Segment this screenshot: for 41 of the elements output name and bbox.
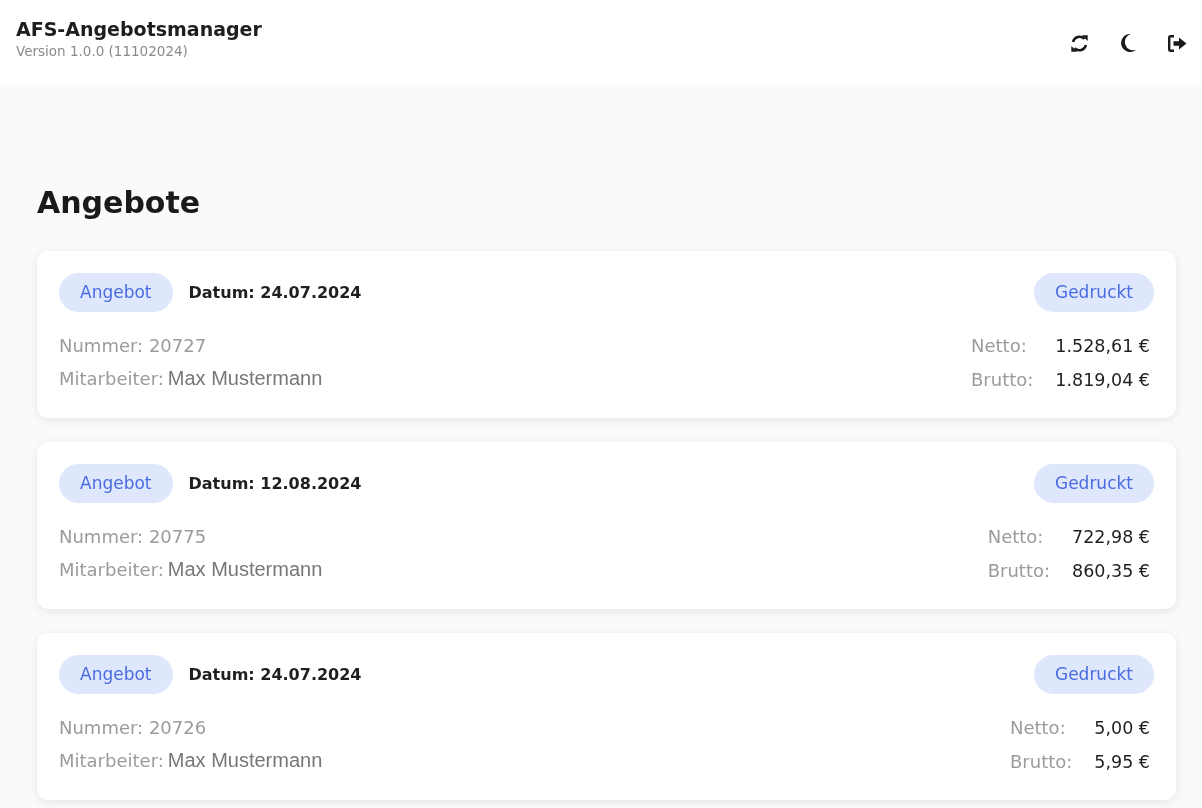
net-label: Netto: bbox=[1009, 716, 1067, 740]
employee-name: Max Mustermann bbox=[167, 557, 323, 582]
version-text: Version 1.0.0 (11102024) bbox=[16, 43, 189, 59]
refresh-icon bbox=[1069, 33, 1089, 53]
type-tag: Angebot bbox=[59, 273, 173, 312]
logout-icon bbox=[1167, 34, 1187, 52]
page-heading: Angebote bbox=[37, 184, 202, 222]
offer-date: Datum: 24.07.2024 bbox=[188, 663, 362, 686]
offer-number: Nummer: 20775 bbox=[59, 525, 208, 549]
employee-name: Max Mustermann bbox=[167, 748, 323, 773]
offer-card[interactable]: Angebot Datum: 24.07.2024 Gedruckt Nummer: 20726 Mitarbeiter: Max Mustermann Netto: 5,00 € Brutto: 5,95 € bbox=[37, 633, 1176, 800]
employee-label: Mitarbeiter: bbox=[59, 749, 164, 773]
gross-amount: 1.819,04 € bbox=[1055, 369, 1150, 392]
status-tag: Gedruckt bbox=[1033, 273, 1154, 312]
net-label: Netto: bbox=[971, 334, 1028, 358]
employee-label: Mitarbeiter: bbox=[59, 558, 164, 582]
net-amount: 1.528,61 € bbox=[1055, 335, 1150, 358]
employee-label: Mitarbeiter: bbox=[59, 367, 164, 391]
offer-date: Datum: 12.08.2024 bbox=[188, 472, 362, 495]
type-tag: Angebot bbox=[59, 655, 173, 694]
offer-number: Nummer: 20727 bbox=[59, 334, 208, 358]
offer-card[interactable]: Angebot Datum: 12.08.2024 Gedruckt Nummer: 20775 Mitarbeiter: Max Mustermann Netto: 722,98 € Brutto: 860,35 € bbox=[37, 442, 1176, 609]
status-tag: Gedruckt bbox=[1033, 655, 1154, 694]
gross-label: Brutto: bbox=[971, 368, 1034, 392]
moon-icon bbox=[1120, 34, 1136, 52]
offer-card[interactable]: Angebot Datum: 24.07.2024 Gedruckt Nummer: 20727 Mitarbeiter: Max Mustermann Netto: 1.528,61 € Brutto: 1.819,04 € bbox=[37, 251, 1176, 418]
type-tag: Angebot bbox=[59, 464, 173, 503]
status-tag: Gedruckt bbox=[1033, 464, 1154, 503]
offer-number: Nummer: 20726 bbox=[59, 716, 208, 740]
gross-label: Brutto: bbox=[1009, 750, 1073, 774]
refresh-button[interactable] bbox=[1068, 32, 1090, 54]
app-title: AFS-Angebotsmanager bbox=[16, 17, 262, 42]
net-amount: 722,98 € bbox=[1072, 526, 1150, 549]
gross-amount: 5,95 € bbox=[1094, 751, 1150, 774]
net-label: Netto: bbox=[987, 525, 1045, 549]
logout-button[interactable] bbox=[1166, 32, 1188, 54]
employee-name: Max Mustermann bbox=[167, 366, 323, 391]
gross-amount: 860,35 € bbox=[1072, 560, 1150, 583]
net-amount: 5,00 € bbox=[1094, 717, 1150, 740]
offer-date: Datum: 24.07.2024 bbox=[188, 281, 362, 304]
gross-label: Brutto: bbox=[987, 559, 1051, 583]
